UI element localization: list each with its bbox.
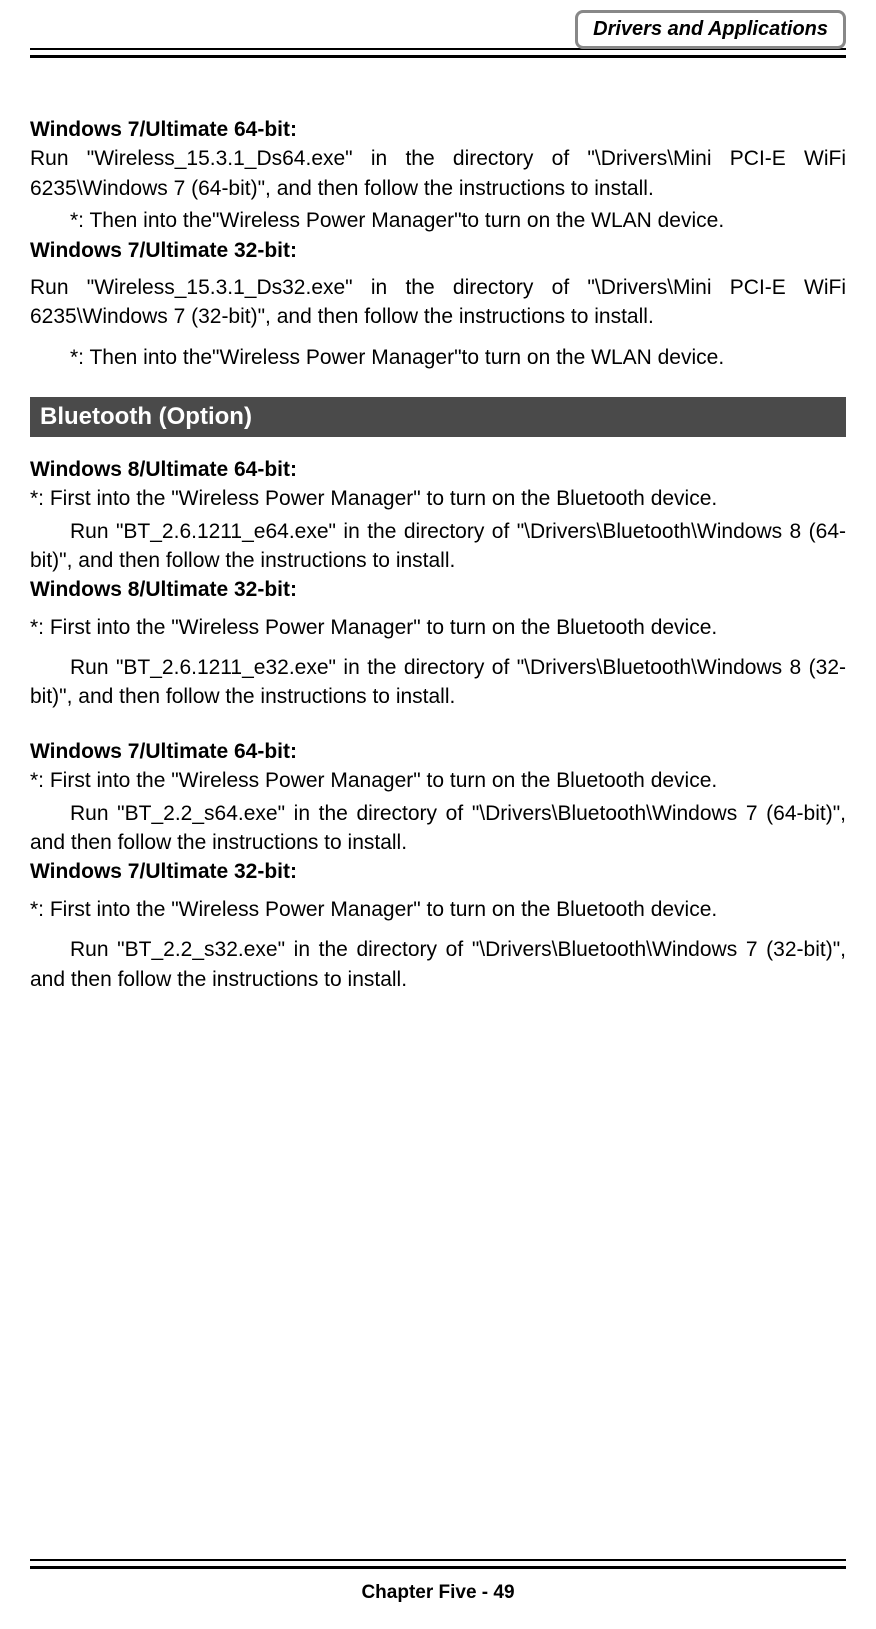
bt-win7-32-body: Run "BT_2.2_s32.exe" in the directory of…: [30, 935, 846, 994]
bt-win8-32-body: Run "BT_2.6.1211_e32.exe" in the directo…: [30, 653, 846, 712]
bt-win7-32-note: *: First into the "Wireless Power Manage…: [30, 895, 846, 924]
win7-32-body: Run "Wireless_15.3.1_Ds32.exe" in the di…: [30, 273, 846, 332]
bt-win7-32-heading: Windows 7/Ultimate 32-bit:: [30, 857, 846, 886]
win7-64-note: *: Then into the"Wireless Power Manager"…: [30, 206, 846, 235]
win7-32-heading: Windows 7/Ultimate 32-bit:: [30, 236, 846, 265]
win7-64-body: Run "Wireless_15.3.1_Ds64.exe" in the di…: [30, 144, 846, 203]
main-content: Windows 7/Ultimate 64-bit: Run "Wireless…: [30, 115, 846, 994]
bt-win7-64-heading: Windows 7/Ultimate 64-bit:: [30, 737, 846, 766]
bt-win8-32-note: *: First into the "Wireless Power Manage…: [30, 613, 846, 642]
header-title: Drivers and Applications: [593, 18, 828, 40]
bluetooth-section-header: Bluetooth (Option): [30, 397, 846, 437]
win7-64-heading: Windows 7/Ultimate 64-bit:: [30, 115, 846, 144]
header-title-box: Drivers and Applications: [575, 10, 846, 49]
bt-win8-64-note: *: First into the "Wireless Power Manage…: [30, 484, 846, 513]
bt-win7-64-body: Run "BT_2.2_s64.exe" in the directory of…: [30, 799, 846, 858]
bt-win8-32-heading: Windows 8/Ultimate 32-bit:: [30, 575, 846, 604]
win7-32-note: *: Then into the"Wireless Power Manager"…: [30, 343, 846, 372]
bt-win8-64-heading: Windows 8/Ultimate 64-bit:: [30, 455, 846, 484]
bt-win7-64-note: *: First into the "Wireless Power Manage…: [30, 766, 846, 795]
footer-divider: [30, 1559, 846, 1569]
header-divider: [30, 48, 846, 58]
footer-text: Chapter Five - 49: [0, 1582, 876, 1604]
bt-win8-64-body: Run "BT_2.6.1211_e64.exe" in the directo…: [30, 517, 846, 576]
